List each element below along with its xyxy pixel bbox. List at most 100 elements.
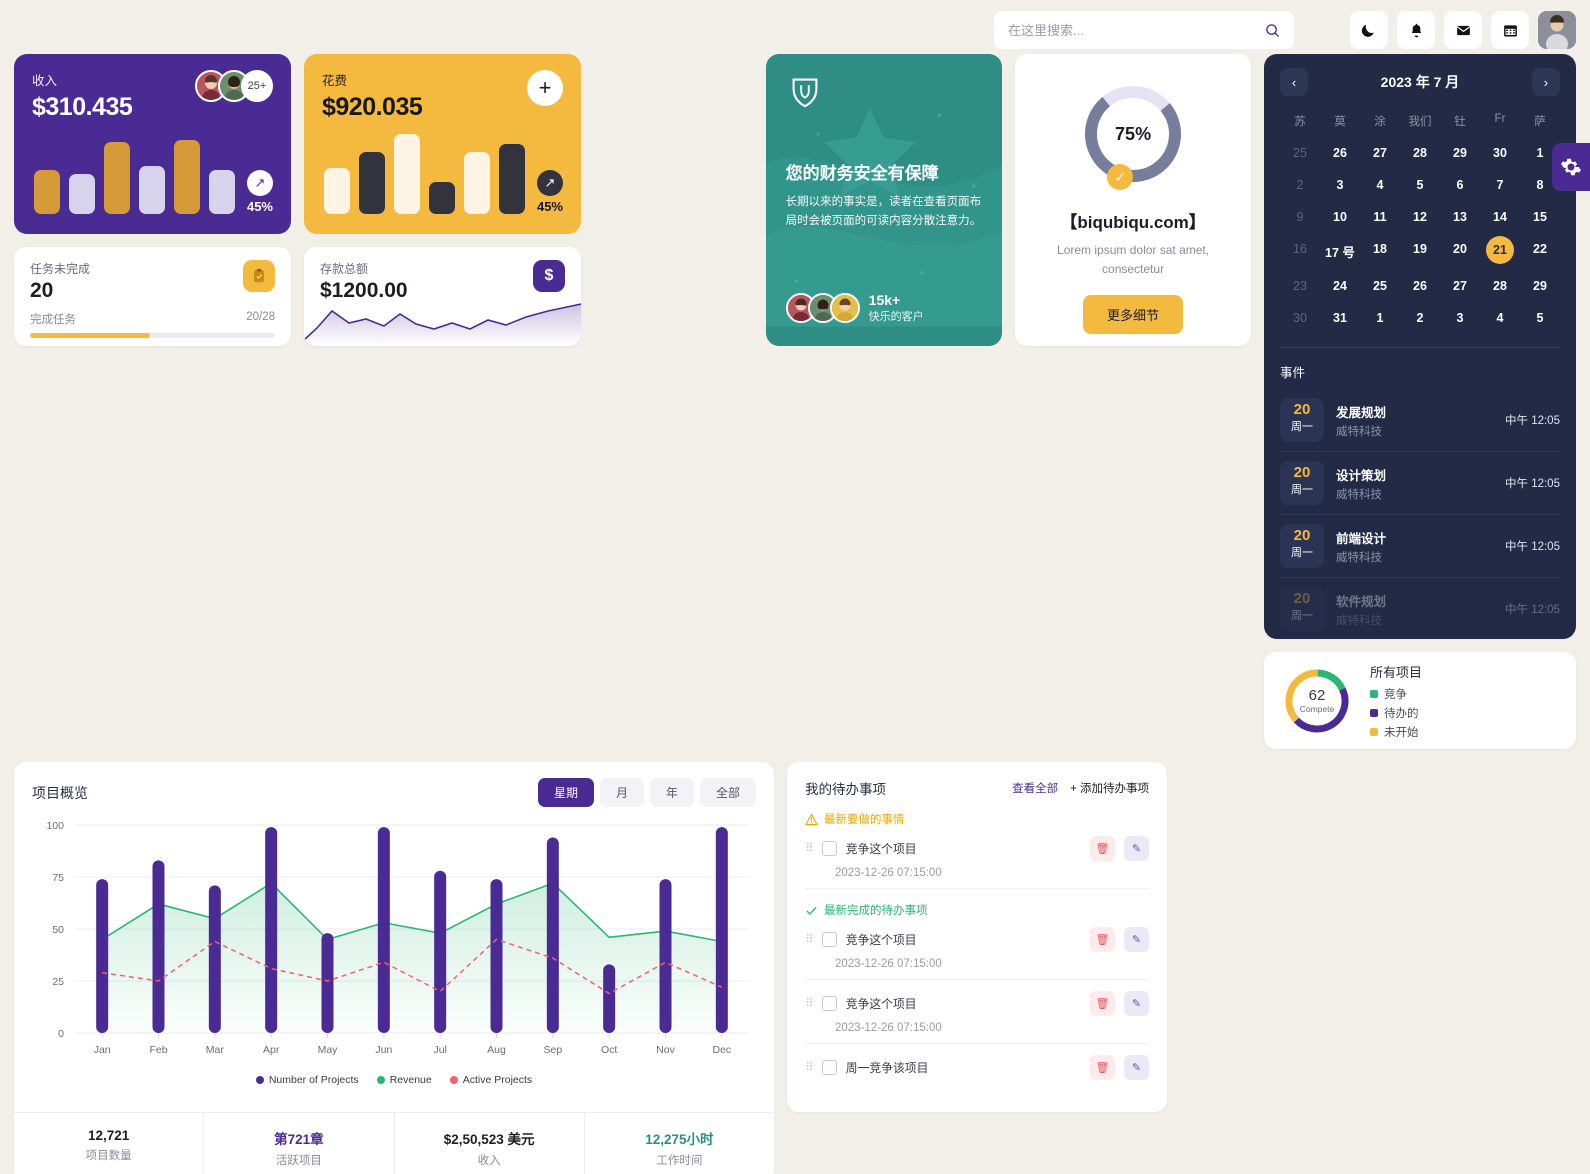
calendar-day[interactable]: 5 <box>1520 305 1560 331</box>
calendar-day[interactable]: 25 <box>1280 140 1320 166</box>
calendar-day[interactable]: 19 <box>1400 236 1440 267</box>
avatar[interactable] <box>1538 11 1576 49</box>
calendar-day[interactable]: 14 <box>1480 204 1520 230</box>
todo-item[interactable]: ⠿ 竞争这个项目 🗑 ✎ <box>805 834 1149 863</box>
edit-icon[interactable]: ✎ <box>1124 1055 1149 1080</box>
todo-add-link[interactable]: + 添加待办事项 <box>1070 780 1149 796</box>
calendar-day[interactable]: 15 <box>1520 204 1560 230</box>
calendar-icon[interactable] <box>1491 11 1529 49</box>
expense-growth: ↗ 45% <box>537 170 563 214</box>
top-row: 收入 $310.435 25+ ↗ 45% 花费 $920.035 + ↗ 45… <box>14 54 1576 749</box>
calendar-day[interactable]: 2 <box>1400 305 1440 331</box>
chart-legend-item[interactable]: Number of Projects <box>255 1074 359 1086</box>
drag-handle-icon[interactable]: ⠿ <box>805 1061 814 1073</box>
calendar-day[interactable]: 10 <box>1320 204 1360 230</box>
calendar-day[interactable]: 7 <box>1480 172 1520 198</box>
calendar-day[interactable]: 6 <box>1440 172 1480 198</box>
calendar-day[interactable]: 17 号 <box>1320 236 1360 267</box>
calendar-day[interactable]: 11 <box>1360 204 1400 230</box>
chart-stat-cell: 12,721 项目数量 <box>14 1113 205 1174</box>
calendar-day[interactable]: 3 <box>1320 172 1360 198</box>
svg-text:Mar: Mar <box>206 1044 225 1056</box>
todo-view-all-link[interactable]: 查看全部 <box>1012 780 1058 796</box>
chart-range-tab[interactable]: 全部 <box>699 778 756 807</box>
event-title: 前端设计 <box>1335 531 1386 546</box>
gear-icon[interactable] <box>1552 143 1590 191</box>
income-avatar-more[interactable]: 25+ <box>241 70 273 102</box>
calendar-next-button[interactable]: › <box>1531 68 1560 96</box>
chart-range-tab[interactable]: 星期 <box>537 778 594 807</box>
search-input[interactable] <box>1008 22 1257 38</box>
edit-icon[interactable]: ✎ <box>1124 991 1149 1016</box>
chart-legend-item[interactable]: Revenue <box>376 1074 432 1086</box>
legend-color-dot <box>255 1076 264 1084</box>
search-icon[interactable] <box>1265 23 1280 38</box>
add-expense-button[interactable]: + <box>527 70 563 106</box>
bell-icon[interactable] <box>1397 11 1435 49</box>
calendar-day[interactable]: 24 <box>1320 273 1360 299</box>
drag-handle-icon[interactable]: ⠿ <box>805 933 814 945</box>
calendar-day[interactable]: 16 <box>1280 236 1320 267</box>
todo-item[interactable]: ⠿ 竞争这个项目 🗑 ✎ <box>805 989 1149 1018</box>
drag-handle-icon[interactable]: ⠿ <box>805 997 814 1009</box>
event-item[interactable]: 20 周一 前端设计 威特科技 中午 12:05 <box>1279 515 1560 578</box>
calendar-day[interactable]: 1 <box>1360 305 1400 331</box>
drag-handle-icon[interactable]: ⠿ <box>805 842 814 854</box>
moon-icon[interactable] <box>1350 11 1388 49</box>
svg-text:Nov: Nov <box>656 1044 675 1056</box>
calendar-day[interactable]: 4 <box>1480 305 1520 331</box>
calendar-day[interactable]: 4 <box>1360 172 1400 198</box>
calendar-day[interactable]: 27 <box>1440 273 1480 299</box>
todo-item[interactable]: ⠿ 周一竞争该项目 🗑 ✎ <box>805 1053 1149 1082</box>
calendar-day[interactable]: 29 <box>1520 273 1560 299</box>
search-box[interactable] <box>994 11 1294 49</box>
calendar-day[interactable]: 23 <box>1280 273 1320 299</box>
calendar-day[interactable]: 28 <box>1480 273 1520 299</box>
delete-icon[interactable]: 🗑 <box>1090 927 1115 952</box>
calendar-day[interactable]: 27 <box>1360 140 1400 166</box>
event-body: 发展规划 威特科技 <box>1336 402 1493 439</box>
event-item[interactable]: 20 周一 软件规划 威特科技 中午 12:05 <box>1279 578 1560 639</box>
calendar-day[interactable]: 13 <box>1440 204 1480 230</box>
legend-label: 待办的 <box>1383 707 1419 720</box>
calendar-day[interactable]: 29 <box>1440 140 1480 166</box>
mail-icon[interactable] <box>1444 11 1482 49</box>
more-details-button[interactable]: 更多细节 <box>1083 295 1184 335</box>
delete-icon[interactable]: 🗑 <box>1090 836 1115 861</box>
calendar-day[interactable]: 25 <box>1360 273 1400 299</box>
event-item[interactable]: 20 周一 发展规划 威特科技 中午 12:05 <box>1279 389 1560 452</box>
calendar-day[interactable]: 3 <box>1440 305 1480 331</box>
event-org: 威特科技 <box>1335 488 1382 501</box>
calendar-day[interactable]: 5 <box>1400 172 1440 198</box>
todo-checkbox[interactable] <box>821 1060 837 1075</box>
calendar-day[interactable]: 21 <box>1485 236 1514 264</box>
calendar-prev-button[interactable]: ‹ <box>1279 68 1308 96</box>
chart-legend-item[interactable]: Active Projects <box>449 1074 532 1086</box>
todo-checkbox[interactable] <box>821 996 837 1011</box>
delete-icon[interactable]: 🗑 <box>1090 1055 1115 1080</box>
calendar-day[interactable]: 2 <box>1280 172 1320 198</box>
calendar-day[interactable]: 20 <box>1440 236 1480 267</box>
calendar-day[interactable]: 26 <box>1400 273 1440 299</box>
calendar-day[interactable]: 18 <box>1360 236 1400 267</box>
calendar-day[interactable]: 31 <box>1320 305 1360 331</box>
todo-item[interactable]: ⠿ 竞争这个项目 🗑 ✎ <box>805 925 1149 954</box>
event-item[interactable]: 20 周一 设计策划 威特科技 中午 12:05 <box>1279 452 1560 515</box>
calendar-day[interactable]: 26 <box>1320 140 1360 166</box>
delete-icon[interactable]: 🗑 <box>1090 991 1115 1016</box>
income-avatars: 25+ <box>195 70 273 102</box>
todo-checkbox[interactable] <box>821 932 837 947</box>
edit-icon[interactable]: ✎ <box>1124 927 1149 952</box>
calendar-day[interactable]: 12 <box>1400 204 1440 230</box>
todo-header: 我的待办事项 查看全部 + 添加待办事项 <box>805 778 1149 798</box>
chart-range-tab[interactable]: 月 <box>599 778 644 807</box>
calendar-day[interactable]: 9 <box>1280 204 1320 230</box>
todo-checkbox[interactable] <box>821 841 837 856</box>
calendar-day[interactable]: 22 <box>1520 236 1560 267</box>
calendar-day[interactable]: 28 <box>1400 140 1440 166</box>
avatar <box>829 293 860 323</box>
calendar-day[interactable]: 30 <box>1280 305 1320 331</box>
chart-range-tab[interactable]: 年 <box>649 778 694 807</box>
calendar-day[interactable]: 30 <box>1480 140 1520 166</box>
edit-icon[interactable]: ✎ <box>1124 836 1149 861</box>
